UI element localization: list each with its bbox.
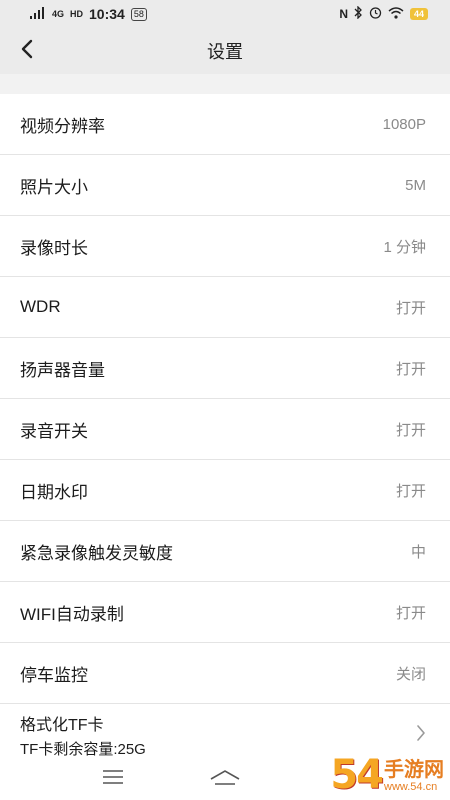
setting-value: 中 xyxy=(410,543,426,561)
bluetooth-icon xyxy=(354,5,363,22)
setting-label: 录像时长 xyxy=(20,238,88,258)
page-title: 设置 xyxy=(207,42,243,62)
nav-bar: 设置 xyxy=(0,28,450,74)
setting-value: 打开 xyxy=(395,421,426,439)
chevron-right-icon xyxy=(416,724,426,747)
menu-icon xyxy=(102,769,124,789)
setting-label: 录音开关 xyxy=(20,421,88,441)
clock: 10:34 xyxy=(89,6,125,22)
setting-label: 日期水印 xyxy=(20,482,88,502)
setting-parking-monitor[interactable]: 停车监控 关闭 xyxy=(0,643,450,704)
setting-emergency-sensitivity[interactable]: 紧急录像触发灵敏度 中 xyxy=(0,521,450,582)
setting-label: 扬声器音量 xyxy=(20,360,105,380)
setting-value: 打开 xyxy=(395,360,426,378)
setting-label: 停车监控 xyxy=(20,665,88,685)
section-gap xyxy=(0,74,450,94)
setting-wdr[interactable]: WDR 打开 xyxy=(0,277,450,338)
signal-icon xyxy=(30,6,46,22)
network-type: 4G xyxy=(52,9,65,19)
setting-wifi-auto-record[interactable]: WIFI自动录制 打开 xyxy=(0,582,450,643)
setting-value: 关闭 xyxy=(395,665,426,683)
menu-button[interactable] xyxy=(98,766,128,792)
home-icon xyxy=(210,769,240,790)
setting-value: 1 分钟 xyxy=(383,238,426,256)
setting-label: WIFI自动录制 xyxy=(20,604,124,624)
setting-speaker-volume[interactable]: 扬声器音量 打开 xyxy=(0,338,450,399)
tf-capacity: TF卡剩余容量:25G xyxy=(20,741,146,758)
setting-label: 紧急录像触发灵敏度 xyxy=(20,543,173,563)
setting-format-tf-card[interactable]: 格式化TF卡 TF卡剩余容量:25G xyxy=(0,704,450,766)
system-nav-bar xyxy=(0,758,450,800)
back-button[interactable] xyxy=(12,36,42,66)
setting-label: 照片大小 xyxy=(20,177,88,197)
chevron-left-icon xyxy=(20,39,34,64)
setting-recording-duration[interactable]: 录像时长 1 分钟 xyxy=(0,216,450,277)
hd-indicator: HD xyxy=(70,9,84,19)
nfc-icon: N xyxy=(339,7,348,21)
setting-label: WDR xyxy=(20,297,61,316)
home-button[interactable] xyxy=(210,766,240,792)
setting-value: 打开 xyxy=(395,482,426,500)
setting-value: 5M xyxy=(405,176,426,194)
status-bar: 4G HD 10:34 58 N 44 xyxy=(0,0,450,28)
setting-photo-size[interactable]: 照片大小 5M xyxy=(0,155,450,216)
battery-indicator: 44 xyxy=(409,8,428,20)
setting-value: 1080P xyxy=(382,115,426,133)
setting-date-watermark[interactable]: 日期水印 打开 xyxy=(0,460,450,521)
setting-video-resolution[interactable]: 视频分辨率 1080P xyxy=(0,94,450,155)
setting-audio-recording[interactable]: 录音开关 打开 xyxy=(0,399,450,460)
format-label: 格式化TF卡 xyxy=(20,717,104,734)
settings-list: 视频分辨率 1080P 照片大小 5M 录像时长 1 分钟 WDR 打开 扬声器… xyxy=(0,94,450,766)
setting-value: 打开 xyxy=(395,299,426,317)
alarm-icon xyxy=(369,6,382,22)
setting-value: 打开 xyxy=(395,604,426,622)
wifi-icon xyxy=(388,6,404,22)
notification-badge: 58 xyxy=(130,7,147,21)
setting-label: 视频分辨率 xyxy=(20,116,105,136)
